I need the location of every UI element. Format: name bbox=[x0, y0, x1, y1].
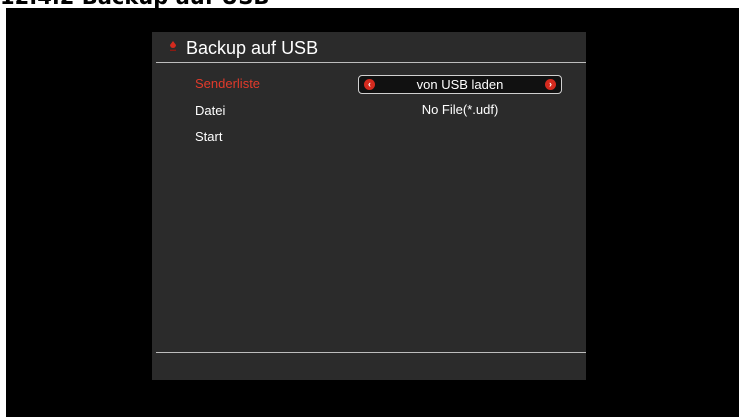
senderliste-label[interactable]: Senderliste bbox=[195, 76, 260, 91]
panel-header: Backup auf USB bbox=[152, 32, 586, 62]
footer-divider bbox=[156, 352, 586, 353]
datei-value: No File(*.udf) bbox=[421, 102, 499, 117]
red-drop-icon bbox=[170, 41, 176, 51]
datei-label[interactable]: Datei bbox=[195, 103, 225, 118]
senderliste-value: von USB laden bbox=[416, 77, 504, 92]
document-heading: 12.4.2 Backup auf USB bbox=[0, 0, 269, 8]
backup-panel: Backup auf USB Senderliste ‹ von USB lad… bbox=[152, 32, 586, 380]
start-label[interactable]: Start bbox=[195, 129, 222, 144]
tv-screen: Backup auf USB Senderliste ‹ von USB lad… bbox=[6, 8, 739, 417]
arrow-right-icon[interactable]: › bbox=[545, 79, 556, 90]
panel-title: Backup auf USB bbox=[186, 38, 319, 58]
senderliste-selector[interactable]: ‹ von USB laden › bbox=[358, 75, 562, 94]
header-divider bbox=[156, 62, 586, 63]
